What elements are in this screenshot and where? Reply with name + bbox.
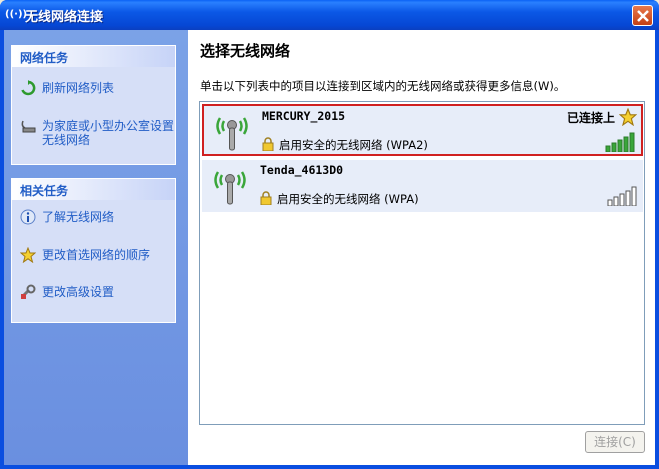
close-icon <box>637 10 649 22</box>
network-item-tenda[interactable]: Tenda_4613D0 启用安全的无线网络 (WPA) <box>202 160 643 212</box>
related-tasks-title: 相关任务 <box>12 179 175 200</box>
title-bar[interactable]: ((·)) 无线网络连接 <box>0 0 659 30</box>
connection-status: 已连接上 <box>566 111 615 125</box>
star-icon <box>20 247 36 263</box>
network-tasks-panel: 网络任务 刷新网络列表 为家庭或小型办公室设置无线网络 <box>11 45 176 165</box>
change-order-label: 更改首选网络的顺序 <box>42 248 151 262</box>
network-list[interactable]: MERCURY_2015 已连接上 启用安全的无线网络 (WPA2) Tenda… <box>199 101 645 425</box>
network-setup-icon <box>21 120 36 133</box>
page-title: 选择无线网络 <box>200 42 291 60</box>
window: ((·)) 无线网络连接 网络任务 刷新网络列表 为家庭或小型办公室设置无线网络… <box>0 0 659 469</box>
task-sidebar: 网络任务 刷新网络列表 为家庭或小型办公室设置无线网络 相关任务 了解无线网络 … <box>4 30 188 465</box>
related-tasks-panel: 相关任务 了解无线网络 更改首选网络的顺序 更改高级设置 <box>11 178 176 323</box>
security-label: 启用安全的无线网络 (WPA2) <box>279 138 428 152</box>
wireless-antenna-icon <box>216 117 248 151</box>
advanced-label: 更改高级设置 <box>42 285 115 299</box>
refresh-label: 刷新网络列表 <box>42 81 115 95</box>
client-area: 网络任务 刷新网络列表 为家庭或小型办公室设置无线网络 相关任务 了解无线网络 … <box>4 30 655 465</box>
learn-label: 了解无线网络 <box>42 210 115 224</box>
refresh-icon <box>21 80 36 96</box>
network-ssid: Tenda_4613D0 <box>260 163 344 177</box>
wireless-antenna-icon <box>214 171 246 205</box>
wireless-icon: ((·)) <box>5 9 28 20</box>
window-title: 无线网络连接 <box>25 10 104 25</box>
lock-icon <box>260 191 272 205</box>
preferred-star-icon <box>619 108 637 126</box>
main-pane: 选择无线网络 单击以下列表中的项目以连接到区域内的无线网络或获得更多信息(W)。… <box>188 30 655 465</box>
close-button[interactable] <box>632 5 653 26</box>
network-ssid: MERCURY_2015 <box>262 109 346 123</box>
network-tasks-title: 网络任务 <box>12 46 175 67</box>
security-label: 启用安全的无线网络 (WPA) <box>277 192 419 206</box>
setup-label: 为家庭或小型办公室设置无线网络 <box>42 119 175 147</box>
info-icon <box>20 209 36 225</box>
connect-button[interactable]: 连接(C) <box>585 431 645 453</box>
lock-icon <box>262 137 274 151</box>
signal-strength-icon <box>607 186 637 206</box>
instruction-text: 单击以下列表中的项目以连接到区域内的无线网络或获得更多信息(W)。 <box>200 79 566 93</box>
signal-strength-icon <box>605 132 635 152</box>
settings-icon <box>20 284 36 299</box>
network-item-mercury[interactable]: MERCURY_2015 已连接上 启用安全的无线网络 (WPA2) <box>202 104 643 156</box>
